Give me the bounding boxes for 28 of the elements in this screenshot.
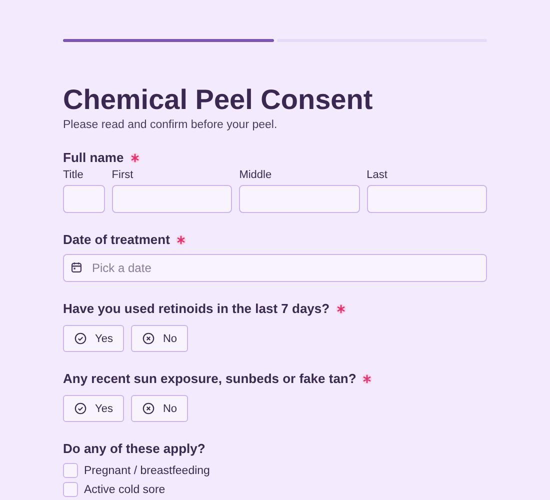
date-input-field[interactable]: Pick a date	[63, 254, 487, 282]
choice-button[interactable]: No	[130, 325, 188, 352]
text-input-field[interactable]	[366, 185, 488, 213]
checkbox[interactable]	[63, 463, 78, 478]
field-label: Do any of these apply?	[63, 441, 206, 457]
field-sublabel: First	[112, 169, 134, 182]
text-input-field[interactable]	[112, 185, 232, 213]
form-subtitle: Please read and confirm before your peel.	[63, 119, 278, 131]
text-input-field[interactable]	[63, 185, 105, 213]
choice-button[interactable]: Yes	[63, 395, 124, 422]
choice-button[interactable]: No	[130, 395, 188, 422]
checkbox-label: Active cold sore	[84, 484, 166, 496]
field-sublabel: Middle	[239, 169, 273, 182]
text-input-field[interactable]	[239, 185, 360, 213]
check-circle-icon	[74, 332, 87, 345]
field-sublabel: Last	[366, 169, 388, 182]
x-circle-icon	[142, 332, 155, 345]
form-title: Chemical Peel Consent	[63, 84, 374, 116]
field-sublabel: Title	[63, 169, 84, 182]
check-circle-icon	[74, 402, 87, 415]
checkbox-label: Pregnant / breastfeeding	[84, 464, 210, 476]
choice-button[interactable]: Yes	[63, 325, 124, 352]
checkbox[interactable]	[63, 482, 78, 497]
x-circle-icon	[142, 402, 155, 415]
field-label: Any recent sun exposure, sunbeds or fake tan?	[63, 371, 356, 387]
field-label: Have you used retinoids in the last 7 days?	[63, 301, 330, 317]
field-label: Date of treatment	[63, 232, 170, 248]
field-label: Full name	[63, 150, 124, 166]
